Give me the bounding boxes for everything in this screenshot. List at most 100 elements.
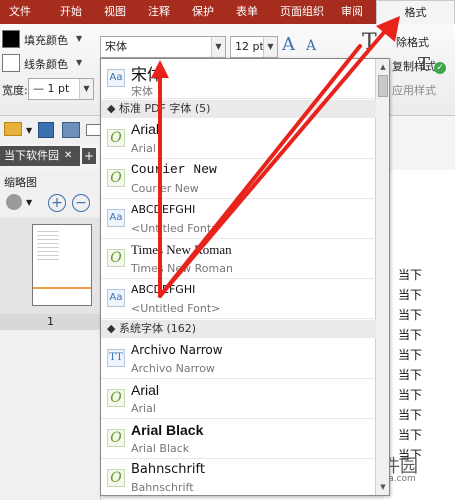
font-item-name: Arial Black: [131, 422, 204, 438]
zoom-in-icon[interactable]: +: [48, 194, 66, 212]
font-name-select[interactable]: 宋体 ▼: [100, 36, 226, 58]
apply-format-label[interactable]: 应用样式: [392, 82, 436, 98]
opentype-icon: O: [107, 469, 125, 487]
font-item[interactable]: O Arial Arial: [101, 379, 376, 419]
document-text-line: 当下: [398, 328, 423, 342]
font-item-name: Courier New: [131, 162, 217, 177]
font-type-icon: Aa: [107, 69, 125, 87]
font-item-name: Archivo Narrow: [131, 343, 223, 357]
font-item[interactable]: Aa ABCDEFGHI <Untitled Font>: [101, 199, 376, 239]
document-text-line: 当下: [398, 368, 423, 382]
thumbnail-area: [0, 218, 101, 314]
font-item-sub: <Untitled Font>: [131, 222, 221, 235]
tab-protect[interactable]: 保护: [184, 0, 222, 24]
opentype-icon: O: [107, 429, 125, 447]
tab-view[interactable]: 视图: [96, 0, 134, 24]
font-item-sub: Courier New: [131, 182, 199, 195]
thumbnail-panel: 缩略图 ▼ + − 1: [0, 170, 101, 500]
tab-file[interactable]: 文件: [0, 0, 40, 24]
thumbnail-toolbar: ▼ + −: [0, 190, 101, 216]
font-item[interactable]: O Courier New Courier New: [101, 159, 376, 199]
opentype-icon: O: [107, 249, 125, 267]
clear-format-label[interactable]: 除格式: [396, 34, 429, 50]
gear-icon[interactable]: [6, 194, 22, 210]
font-item-sub: Archivo Narrow: [131, 362, 215, 375]
font-group-standard: ◆ 标准 PDF 字体 (5): [101, 100, 376, 118]
font-item-name: Bahnschrift: [131, 462, 205, 477]
new-tab-button[interactable]: +: [82, 148, 96, 164]
font-type-icon: Aa: [107, 209, 125, 227]
thumbnail-text-lines: [37, 231, 59, 261]
font-name-value: 宋体: [105, 40, 127, 53]
width-value: — 1 pt: [33, 82, 70, 95]
font-item-current[interactable]: Aa 宋体 宋体: [101, 59, 376, 99]
thumbnail-highlight: [33, 287, 91, 289]
font-group-system: ◆ 系统字体 (162): [101, 320, 376, 338]
close-icon[interactable]: ✕: [64, 150, 76, 162]
document-text-line: 当下: [398, 288, 423, 302]
font-item-name: 宋体: [131, 65, 164, 84]
scroll-down-icon[interactable]: ▼: [377, 481, 389, 493]
document-text-line: 当下: [398, 408, 423, 422]
font-item-name: ABCDEFGHI: [131, 283, 196, 296]
save-icon[interactable]: [38, 122, 54, 138]
font-item[interactable]: O Bahnschrift Bahnschrift: [101, 459, 376, 495]
tab-review[interactable]: 审阅: [334, 0, 370, 24]
font-item-sub: Times New Roman: [131, 262, 233, 275]
font-item-sub: Bahnschrift: [131, 481, 194, 494]
tab-home[interactable]: 开始: [52, 0, 90, 24]
truetype-icon: TT: [107, 349, 125, 367]
font-item-name: Times New Roman: [131, 242, 232, 257]
ribbon-tab-bar: 文件 开始 视图 注释 保护 表单 页面组织 审阅 格式: [0, 0, 455, 24]
tab-comment[interactable]: 注释: [140, 0, 178, 24]
chevron-down-icon[interactable]: ▼: [211, 37, 225, 57]
fill-color-swatch[interactable]: [2, 30, 20, 48]
font-item[interactable]: O Arial Black Arial Black: [101, 419, 376, 459]
font-item[interactable]: O Arial Arial: [101, 119, 376, 159]
chevron-down-icon[interactable]: ▼: [79, 79, 93, 99]
page-number: 1: [0, 314, 101, 330]
fill-color-label[interactable]: 填充颜色: [24, 32, 68, 48]
quick-toolbar: ▼: [0, 116, 110, 144]
font-item[interactable]: TT Archivo Narrow Archivo Narrow: [101, 339, 376, 379]
chevron-down-icon[interactable]: ▼: [26, 198, 32, 207]
tab-format[interactable]: 格式: [376, 0, 455, 24]
chevron-down-icon[interactable]: ▼: [263, 37, 277, 57]
chevron-down-icon[interactable]: ▼: [76, 58, 82, 67]
open-folder-icon[interactable]: [4, 122, 22, 136]
font-item-sub: <Untitled Font>: [131, 302, 221, 315]
chevron-down-icon[interactable]: ▼: [76, 34, 82, 43]
tab-organize[interactable]: 页面组织: [272, 0, 332, 24]
line-color-label[interactable]: 线条颜色: [24, 56, 68, 72]
scroll-up-icon[interactable]: ▲: [377, 61, 389, 73]
zoom-out-icon[interactable]: −: [72, 194, 90, 212]
clear-format-icon[interactable]: T: [362, 30, 377, 55]
copy-format-icon[interactable]: T: [418, 54, 430, 75]
width-label: 宽度:: [2, 84, 28, 97]
line-color-swatch[interactable]: [2, 54, 20, 72]
opentype-icon: O: [107, 129, 125, 147]
scrollbar[interactable]: ▲ ▼: [375, 59, 389, 495]
page-thumbnail[interactable]: [32, 224, 92, 306]
document-text-line: 当下: [398, 268, 423, 282]
font-item-sub: Arial: [131, 402, 156, 415]
tab-form[interactable]: 表单: [228, 0, 266, 24]
document-text-line: 当下: [398, 428, 423, 442]
document-page[interactable]: 当下 当下 当下 当下 当下 当下 当下 当下 当下 当下: [384, 170, 455, 500]
opentype-icon: O: [107, 389, 125, 407]
print-icon[interactable]: [62, 122, 80, 138]
chevron-down-icon[interactable]: ▼: [26, 126, 32, 135]
opentype-icon: O: [107, 169, 125, 187]
font-item[interactable]: Aa ABCDEFGHI <Untitled Font>: [101, 279, 376, 319]
font-item-sub: Arial: [131, 142, 156, 155]
grow-font-icon[interactable]: A: [282, 34, 295, 55]
font-size-select[interactable]: 12 pt ▼: [230, 36, 278, 58]
font-dropdown-list[interactable]: ▲ ▼ Aa 宋体 宋体 ◆ 标准 PDF 字体 (5) O Arial Ari…: [100, 58, 390, 496]
shrink-font-icon[interactable]: A: [306, 38, 316, 54]
font-item-name: Arial: [131, 382, 160, 398]
thumbnail-header: 缩略图: [4, 176, 37, 189]
font-item-name: ABCDEFGHI: [131, 203, 196, 216]
scrollbar-thumb[interactable]: [378, 75, 388, 97]
width-select[interactable]: — 1 pt ▼: [28, 78, 94, 100]
font-item[interactable]: O Times New Roman Times New Roman: [101, 239, 376, 279]
